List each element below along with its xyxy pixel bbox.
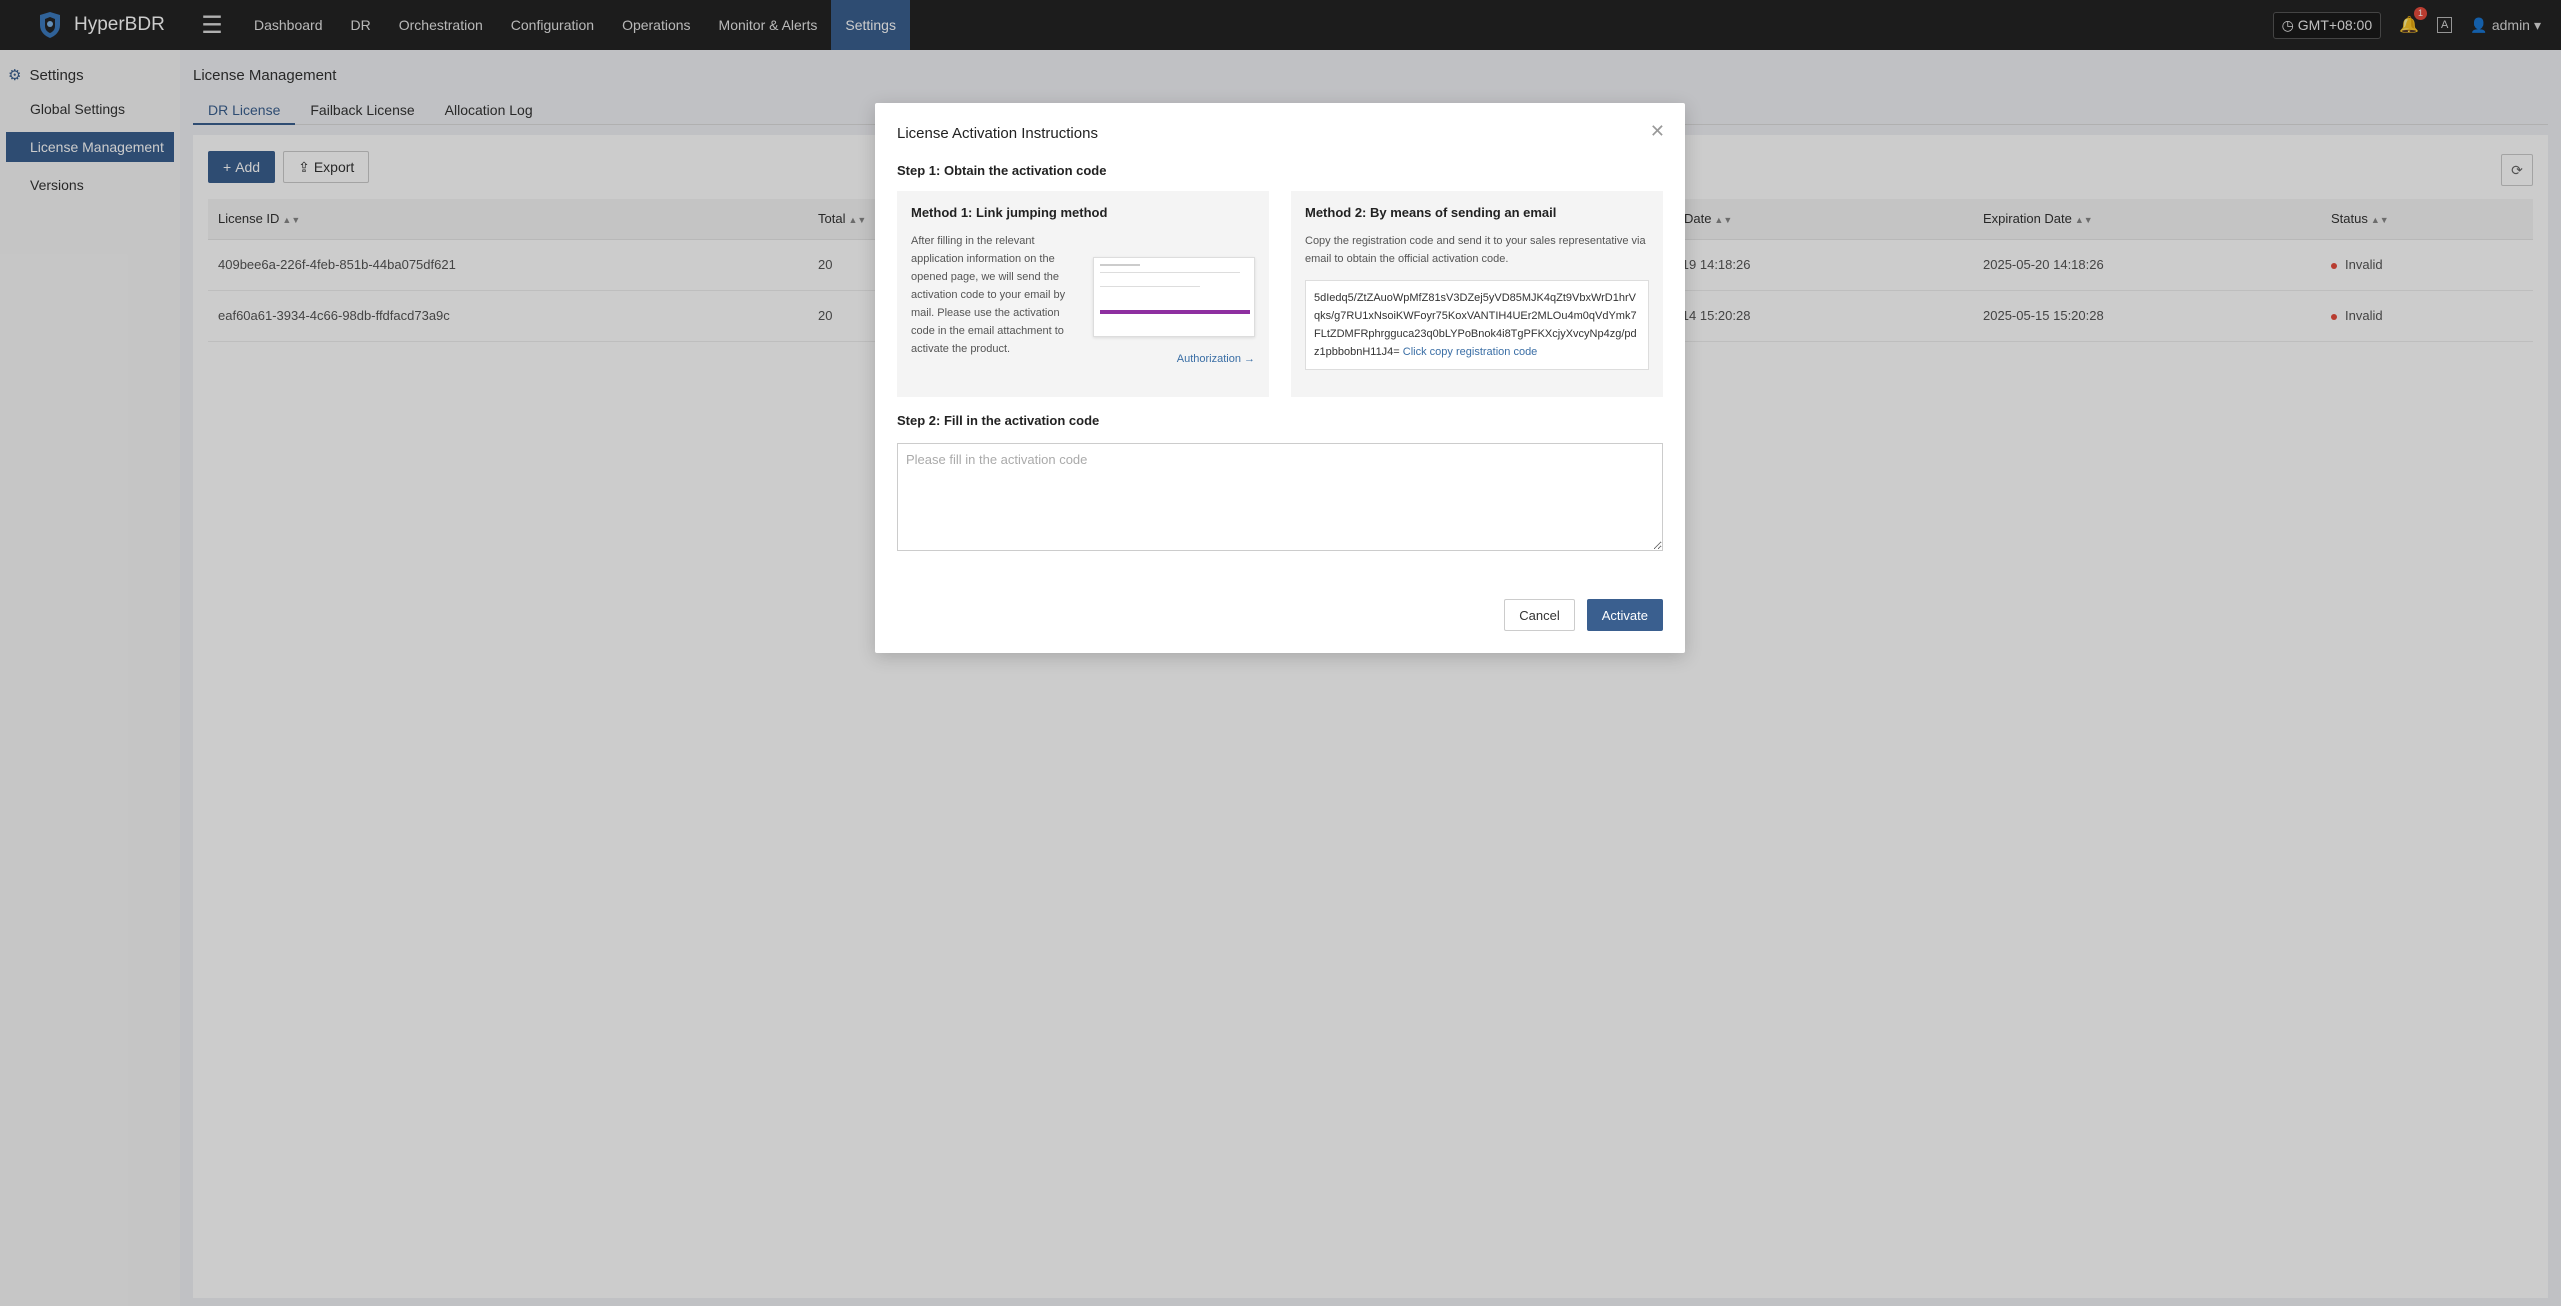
step2-heading: Step 2: Fill in the activation code bbox=[897, 413, 1100, 428]
registration-code-box: 5dIedq5/ZtZAuoWpMfZ81sV3DZej5yVD85MJK4qZ… bbox=[1305, 280, 1649, 370]
authorization-link[interactable]: Authorization → bbox=[1177, 353, 1255, 365]
authorization-preview-image bbox=[1093, 257, 1255, 337]
copy-registration-code-link[interactable]: Click copy registration code bbox=[1403, 346, 1538, 358]
activate-button[interactable]: Activate bbox=[1586, 599, 1663, 631]
modal-footer: Cancel Activate bbox=[1504, 599, 1663, 631]
cancel-button[interactable]: Cancel bbox=[1504, 599, 1575, 631]
modal-title: License Activation Instructions bbox=[897, 125, 1098, 142]
method1-title: Method 1: Link jumping method bbox=[911, 205, 1108, 220]
close-icon[interactable]: ✕ bbox=[1650, 121, 1665, 142]
license-activation-modal: License Activation Instructions ✕ Step 1… bbox=[875, 103, 1685, 653]
method1-card: Method 1: Link jumping method After fill… bbox=[897, 191, 1269, 397]
methods: Method 1: Link jumping method After fill… bbox=[897, 191, 1663, 397]
step1-heading: Step 1: Obtain the activation code bbox=[897, 163, 1107, 178]
method2-card: Method 2: By means of sending an email C… bbox=[1291, 191, 1663, 397]
method2-title: Method 2: By means of sending an email bbox=[1305, 205, 1557, 220]
activation-code-input[interactable] bbox=[897, 443, 1663, 551]
method1-text: After filling in the relevant applicatio… bbox=[911, 235, 1066, 355]
method2-text: Copy the registration code and send it t… bbox=[1305, 235, 1646, 265]
